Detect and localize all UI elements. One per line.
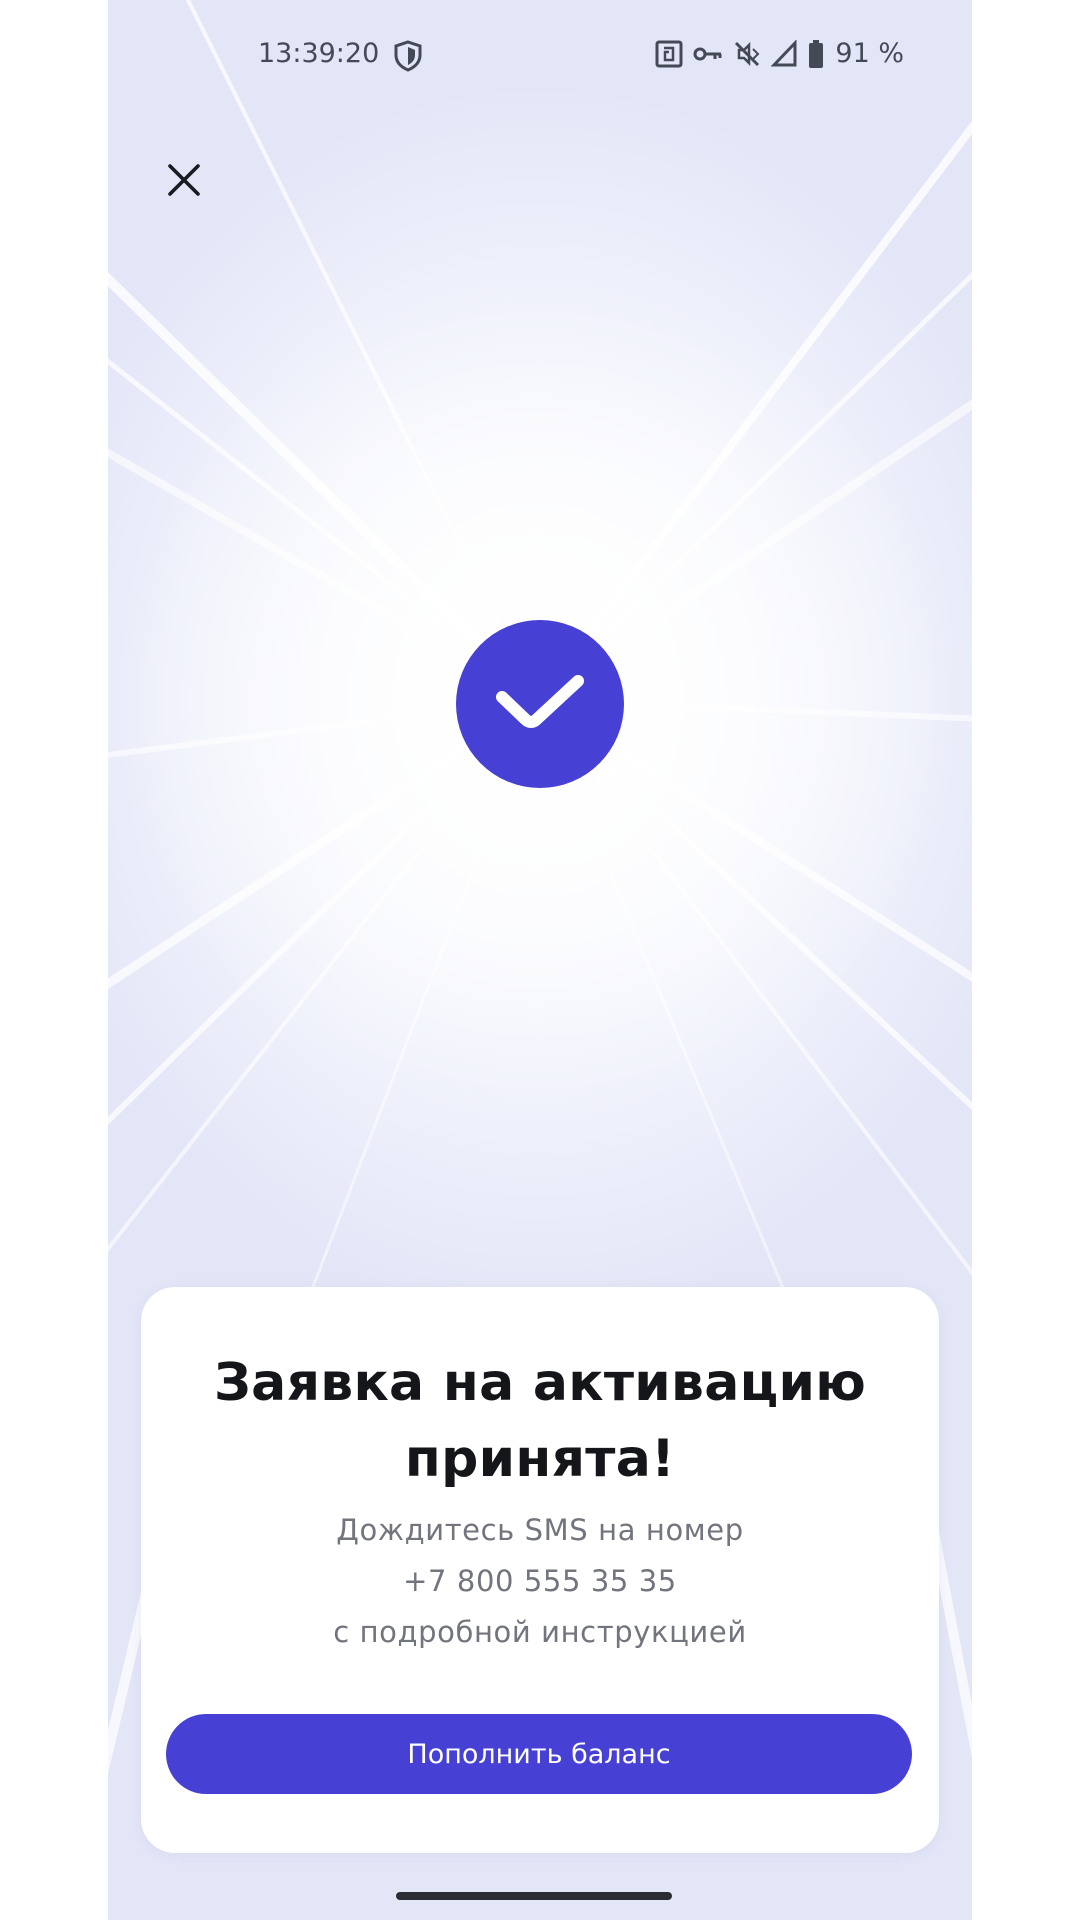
result-title-line-2: принята! <box>404 1429 676 1489</box>
success-screen: 13:39:20 91 % Заявка на активацию принят… <box>108 0 972 1920</box>
signal-icon <box>771 39 797 68</box>
result-title-line-1: Заявка на активацию <box>213 1353 867 1413</box>
success-badge <box>456 620 624 788</box>
close-icon <box>167 163 201 202</box>
checkmark-icon <box>492 667 588 742</box>
result-description: Дождитесь SMS на номер +7 800 555 35 35 … <box>181 1505 899 1658</box>
result-text-line-1: Дождитесь SMS на номер <box>336 1513 744 1547</box>
nfc-icon <box>655 40 683 68</box>
status-time: 13:39:20 <box>258 38 380 69</box>
close-button[interactable] <box>154 152 214 212</box>
shield-icon <box>393 40 423 72</box>
status-bar: 13:39:20 91 % <box>108 30 972 80</box>
home-indicator[interactable] <box>396 1892 672 1900</box>
phone-number: +7 800 555 35 35 <box>403 1564 677 1598</box>
result-card: Заявка на активацию принята! Дождитесь S… <box>141 1287 939 1853</box>
result-title: Заявка на активацию принята! <box>181 1345 899 1497</box>
key-icon <box>693 44 723 64</box>
battery-icon <box>807 39 825 69</box>
battery-percent: 91 % <box>835 38 904 69</box>
status-icons: 91 % <box>655 38 904 69</box>
result-text-line-3: с подробной инструкцией <box>333 1615 747 1649</box>
top-up-balance-button[interactable]: Пополнить баланс <box>166 1714 912 1794</box>
vibrate-off-icon <box>733 40 761 68</box>
